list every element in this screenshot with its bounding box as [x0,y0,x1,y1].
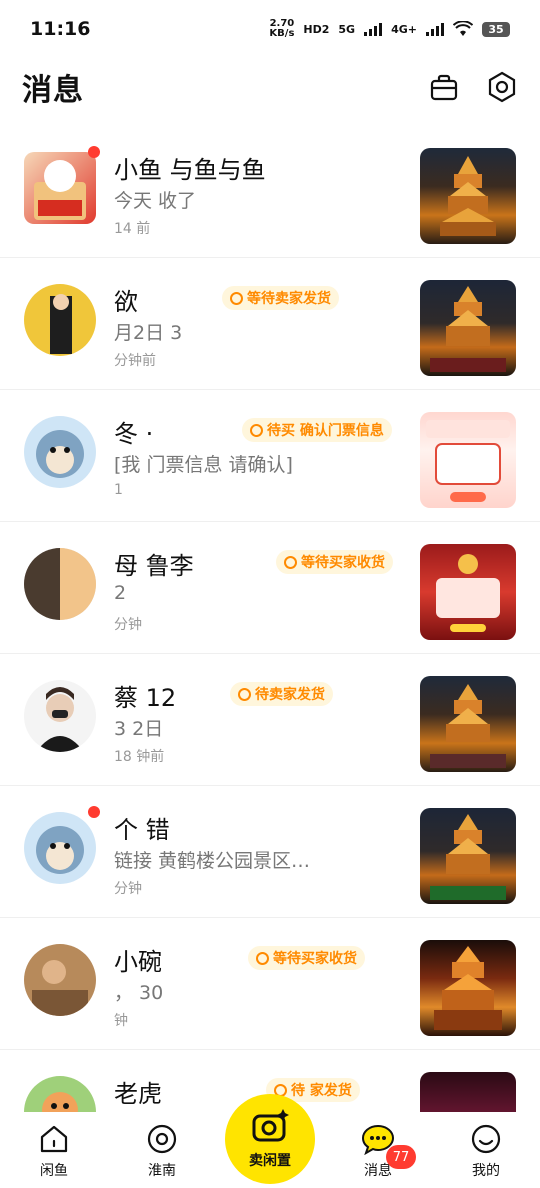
message-preview: 今天 收了 [114,190,197,212]
status-indicators: 2.70 KB/s HD2 5G 4G+ 35 [269,19,510,39]
item-thumbnail[interactable] [420,544,516,640]
status-dots-icon [256,951,269,965]
avatar [24,152,96,224]
status-dots-icon [230,291,243,305]
signal-icon-2 [426,22,444,36]
item-thumbnail[interactable] [420,412,516,508]
order-status-label: 待买 确认门票信息 [267,423,384,439]
network-speed-unit: KB/s [269,28,295,39]
conversation-row[interactable]: 小鱼 与鱼与鱼 今天 收了 14 前 [0,126,540,258]
bag-icon[interactable] [428,71,460,103]
item-thumbnail[interactable] [420,940,516,1036]
conversation-row[interactable]: 蔡 12 待卖家发货 3 2日 18 钟前 [0,654,540,786]
nav-label-profile: 我的 [472,1163,500,1179]
wifi-icon [453,21,473,36]
nav-item-location[interactable]: 淮南 [112,1112,212,1188]
contact-name: 个 错 [114,816,170,844]
contact-name: 小鱼 与鱼与鱼 [114,156,266,184]
conversation-row[interactable]: 个 错 链接 黄鹤楼公园景区… 分钟 [0,786,540,918]
home-fish-icon [37,1122,71,1156]
item-thumbnail[interactable] [420,148,516,244]
conversation-row[interactable]: 欲 等待卖家发货 月2日 3 分钟前 [0,258,540,390]
camera-sparkle-icon [250,1108,290,1148]
contact-name: 蔡 12 [114,684,177,712]
message-preview: 3 2日 [114,718,164,740]
message-time: 钟 [114,1013,128,1029]
message-time: 18 钟前 [114,749,165,765]
status-bar: 11:16 2.70 KB/s HD2 5G 4G+ 35 [0,0,540,58]
order-status-badge: 等待买家收货 [248,946,365,970]
order-status-badge: 待卖家发货 [230,682,333,706]
network-5g: 5G [338,22,356,36]
message-preview: 月2日 3 [114,322,183,344]
page-header: 消息 [0,58,540,116]
status-time: 11:16 [30,18,91,40]
nav-label-home: 闲鱼 [40,1163,68,1179]
contact-name: 小碗 [114,948,162,976]
message-preview: 链接 黄鹤楼公园景区… [114,850,311,872]
page-title: 消息 [22,73,84,108]
status-dots-icon [284,555,297,569]
status-dots-icon [238,687,251,701]
message-time: 分钟 [114,881,142,897]
message-time: 1 [114,482,123,498]
message-preview: 2 [114,582,127,604]
signal-icon [364,22,383,36]
contact-name: 母 鲁李 [114,552,194,580]
unread-dot [88,806,100,818]
sell-button-label: 卖闲置 [249,1153,291,1169]
avatar [24,812,96,884]
avatar [24,548,96,620]
message-time: 分钟前 [114,353,156,369]
nav-item-home[interactable]: 闲鱼 [4,1112,104,1188]
order-status-label: 待 家发货 [291,1083,352,1099]
avatar [24,416,96,488]
order-status-label: 等待买家收货 [301,555,385,571]
message-preview: [我 门票信息 请确认] [114,454,293,476]
message-count-badge: 77 [386,1145,416,1169]
conversation-row[interactable]: 冬 · 待买 确认门票信息 [我 门票信息 请确认] 1 [0,390,540,522]
settings-hexagon-icon[interactable] [486,71,518,103]
order-status-label: 待卖家发货 [255,687,325,703]
message-time: 分钟 [114,617,142,633]
nav-label-location: 淮南 [148,1163,176,1179]
battery-icon: 35 [482,21,510,37]
status-dots-icon [250,423,263,437]
item-thumbnail[interactable] [420,280,516,376]
message-time: 14 前 [114,221,151,237]
nav-item-profile[interactable]: 我的 [436,1112,536,1188]
conversation-row[interactable]: 母 鲁李 等待买家收货 2 分钟 [0,522,540,654]
avatar [24,680,96,752]
avatar [24,944,96,1016]
item-thumbnail[interactable] [420,676,516,772]
location-pin-icon [145,1122,179,1156]
order-status-badge: 待买 确认门票信息 [242,418,392,442]
conversation-row[interactable]: 小碗 等待买家收货 ， 30 钟 [0,918,540,1050]
network-speed: 2.70 KB/s [269,19,294,39]
conversation-list: 小鱼 与鱼与鱼 今天 收了 14 前 欲 等待卖家发货 月2日 3 分钟前 冬 … [0,126,540,1182]
item-thumbnail[interactable] [420,808,516,904]
contact-name: 冬 · [114,420,154,448]
order-status-label: 等待卖家发货 [247,291,331,307]
order-status-label: 等待买家收货 [273,951,357,967]
order-status-badge: 等待买家收货 [276,550,393,574]
contact-name: 老虎 [114,1080,162,1108]
contact-name: 欲 [114,288,138,316]
hd-indicator: HD2 [303,22,330,36]
avatar [24,284,96,356]
network-4g: 4G+ [391,22,417,36]
order-status-badge: 等待卖家发货 [222,286,339,310]
unread-dot [88,146,100,158]
smile-face-icon [469,1122,503,1156]
sell-item-button[interactable]: 卖闲置 [225,1094,315,1184]
message-preview: ， 30 [114,982,164,1004]
